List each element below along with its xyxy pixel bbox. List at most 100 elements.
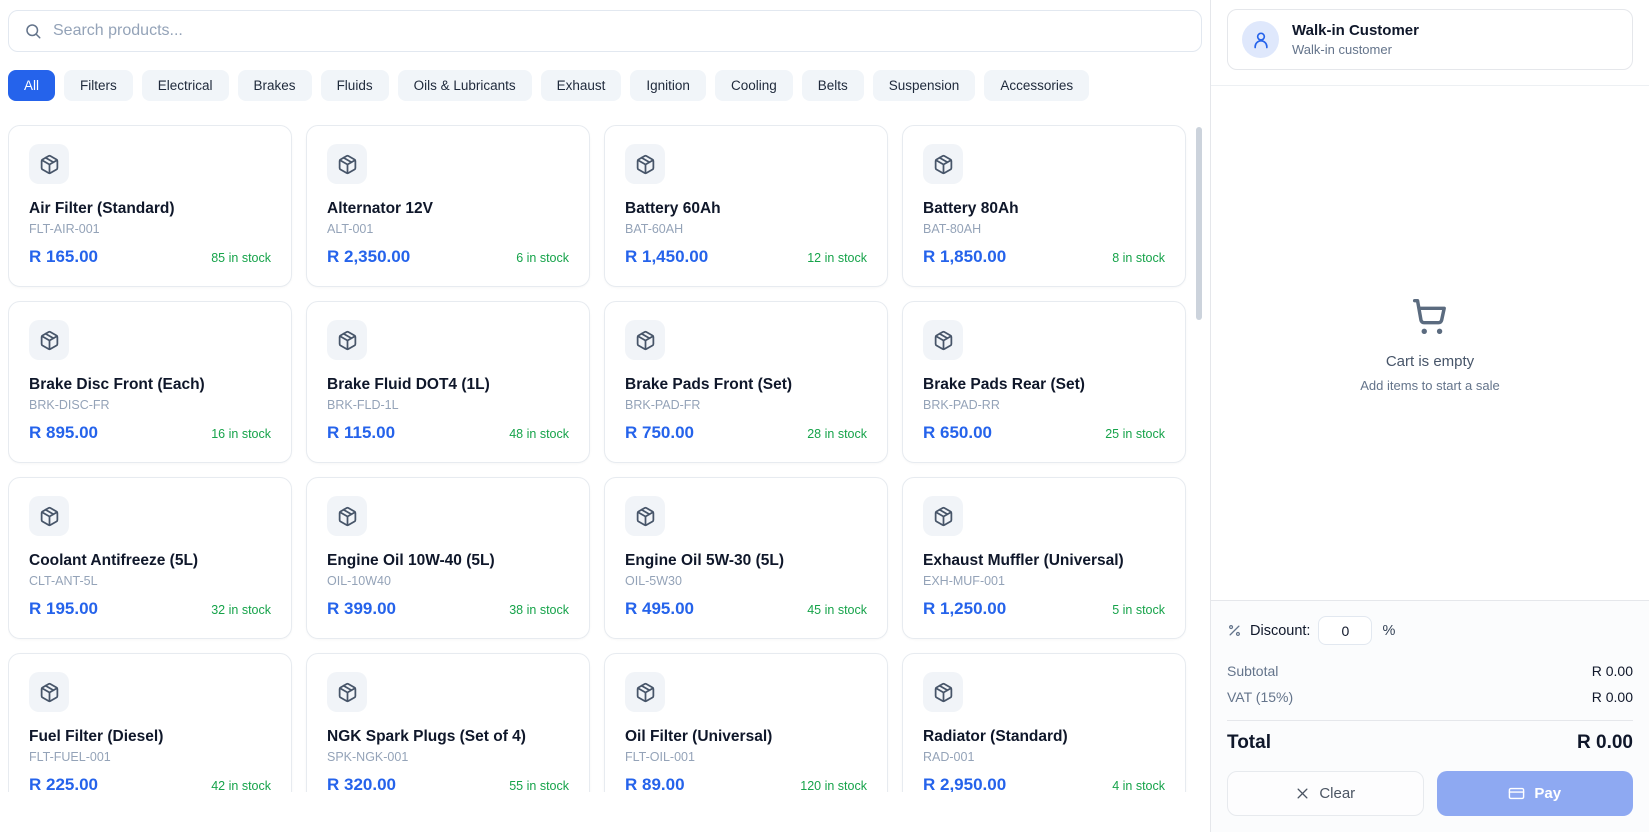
- product-thumbnail: [923, 496, 963, 536]
- product-card[interactable]: Exhaust Muffler (Universal) EXH-MUF-001 …: [902, 477, 1186, 639]
- product-stock: 48 in stock: [509, 427, 569, 441]
- pay-button[interactable]: Pay: [1436, 771, 1633, 816]
- summary-divider: [1227, 720, 1633, 721]
- product-name: Brake Disc Front (Each): [29, 376, 205, 393]
- product-stock: 28 in stock: [807, 427, 867, 441]
- product-price-row: R 2,950.00 4 in stock: [923, 775, 1165, 792]
- package-icon: [635, 154, 656, 175]
- category-chip-brakes[interactable]: Brakes: [237, 70, 312, 101]
- category-bar: All Filters Electrical Brakes Fluids Oils & L…: [8, 70, 1202, 101]
- customer-type: Walk-in customer: [1292, 42, 1392, 57]
- total-row: Total R 0.00: [1227, 732, 1633, 754]
- category-chip-filters[interactable]: Filters: [64, 70, 133, 101]
- product-stock: 5 in stock: [1112, 603, 1165, 617]
- product-card[interactable]: Alternator 12V ALT-001 R 2,350.00 6 in s…: [306, 125, 590, 287]
- product-sku: RAD-001: [923, 750, 975, 764]
- clear-button[interactable]: Clear: [1227, 771, 1424, 816]
- product-thumbnail: [29, 144, 69, 184]
- product-card[interactable]: Coolant Antifreeze (5L) CLT-ANT-5L R 195…: [8, 477, 292, 639]
- product-name: Engine Oil 10W-40 (5L): [327, 552, 495, 569]
- search-input[interactable]: [53, 22, 1186, 40]
- category-chip-oils-lubricants[interactable]: Oils & Lubricants: [397, 70, 532, 101]
- product-name: Radiator (Standard): [923, 728, 1068, 745]
- category-chip-fluids[interactable]: Fluids: [320, 70, 389, 101]
- product-card[interactable]: Brake Fluid DOT4 (1L) BRK-FLD-1L R 115.0…: [306, 301, 590, 463]
- product-thumbnail: [327, 320, 367, 360]
- package-icon: [39, 154, 60, 175]
- discount-label: Discount:: [1250, 622, 1311, 639]
- product-price-row: R 320.00 55 in stock: [327, 775, 569, 792]
- grid-scrollbar-thumb[interactable]: [1196, 127, 1202, 320]
- product-card[interactable]: Engine Oil 10W-40 (5L) OIL-10W40 R 399.0…: [306, 477, 590, 639]
- cart-panel: Walk-in Customer Walk-in customer Cart i…: [1210, 0, 1649, 832]
- product-thumbnail: [29, 496, 69, 536]
- pay-button-label: Pay: [1534, 785, 1562, 802]
- package-icon: [337, 330, 358, 351]
- product-name: Coolant Antifreeze (5L): [29, 552, 199, 569]
- product-sku: SPK-NGK-001: [327, 750, 409, 764]
- total-label: Total: [1227, 732, 1271, 753]
- category-chip-exhaust[interactable]: Exhaust: [540, 70, 622, 101]
- product-card[interactable]: Air Filter (Standard) FLT-AIR-001 R 165.…: [8, 125, 292, 287]
- product-price-row: R 895.00 16 in stock: [29, 423, 271, 443]
- cart-empty-subtitle: Add items to start a sale: [1360, 378, 1500, 393]
- category-chip-accessories[interactable]: Accessories: [984, 70, 1090, 101]
- category-chip-ignition[interactable]: Ignition: [630, 70, 706, 101]
- product-price: R 650.00: [923, 423, 992, 442]
- discount-input[interactable]: [1318, 616, 1373, 645]
- product-stock: 38 in stock: [509, 603, 569, 617]
- product-sku: OIL-5W30: [625, 574, 682, 588]
- product-price: R 320.00: [327, 775, 396, 792]
- product-stock: 85 in stock: [211, 251, 271, 265]
- product-sku: FLT-FUEL-001: [29, 750, 111, 764]
- category-chip-suspension[interactable]: Suspension: [872, 70, 976, 101]
- vat-value: R 0.00: [1591, 689, 1633, 705]
- product-price: R 225.00: [29, 775, 98, 792]
- product-name: NGK Spark Plugs (Set of 4): [327, 728, 526, 745]
- product-thumbnail: [625, 672, 665, 712]
- category-chip-belts[interactable]: Belts: [801, 70, 864, 101]
- product-card[interactable]: Oil Filter (Universal) FLT-OIL-001 R 89.…: [604, 653, 888, 792]
- product-name: Brake Pads Rear (Set): [923, 376, 1085, 393]
- product-name: Air Filter (Standard): [29, 200, 175, 217]
- product-sku: FLT-OIL-001: [625, 750, 695, 764]
- product-price: R 2,950.00: [923, 775, 1007, 792]
- product-thumbnail: [29, 320, 69, 360]
- product-price: R 115.00: [327, 423, 396, 442]
- product-card[interactable]: Brake Pads Front (Set) BRK-PAD-FR R 750.…: [604, 301, 888, 463]
- product-card[interactable]: Engine Oil 5W-30 (5L) OIL-5W30 R 495.00 …: [604, 477, 888, 639]
- product-price: R 895.00: [29, 423, 98, 442]
- product-grid-viewport: Air Filter (Standard) FLT-AIR-001 R 165.…: [8, 125, 1202, 792]
- cart-empty-title: Cart is empty: [1385, 353, 1475, 370]
- product-card[interactable]: NGK Spark Plugs (Set of 4) SPK-NGK-001 R…: [306, 653, 590, 792]
- product-price-row: R 1,850.00 8 in stock: [923, 247, 1165, 267]
- shopping-cart-icon: [1407, 293, 1453, 353]
- product-card[interactable]: Brake Pads Rear (Set) BRK-PAD-RR R 650.0…: [902, 301, 1186, 463]
- subtotal-row: Subtotal R 0.00: [1227, 658, 1633, 684]
- product-sku: ALT-001: [327, 222, 374, 236]
- product-price-row: R 750.00 28 in stock: [625, 423, 867, 443]
- product-thumbnail: [327, 496, 367, 536]
- category-chip-cooling[interactable]: Cooling: [714, 70, 793, 101]
- product-price: R 1,250.00: [923, 599, 1007, 618]
- product-thumbnail: [625, 496, 665, 536]
- package-icon: [39, 330, 60, 351]
- customer-selector[interactable]: Walk-in Customer Walk-in customer: [1227, 9, 1633, 70]
- vat-label: VAT (15%): [1227, 689, 1294, 705]
- product-price-row: R 225.00 42 in stock: [29, 775, 271, 792]
- product-card[interactable]: Battery 60Ah BAT-60AH R 1,450.00 12 in s…: [604, 125, 888, 287]
- product-card[interactable]: Radiator (Standard) RAD-001 R 2,950.00 4…: [902, 653, 1186, 792]
- customer-avatar: [1242, 21, 1279, 58]
- package-icon: [635, 506, 656, 527]
- package-icon: [933, 506, 954, 527]
- product-stock: 6 in stock: [516, 251, 569, 265]
- close-icon: [1295, 786, 1310, 801]
- category-chip-electrical[interactable]: Electrical: [141, 70, 229, 101]
- product-card[interactable]: Brake Disc Front (Each) BRK-DISC-FR R 89…: [8, 301, 292, 463]
- product-price: R 399.00: [327, 599, 396, 618]
- product-card[interactable]: Fuel Filter (Diesel) FLT-FUEL-001 R 225.…: [8, 653, 292, 792]
- category-chip-all[interactable]: All: [8, 70, 56, 101]
- product-thumbnail: [327, 672, 367, 712]
- percent-icon: [1227, 623, 1242, 638]
- product-card[interactable]: Battery 80Ah BAT-80AH R 1,850.00 8 in st…: [902, 125, 1186, 287]
